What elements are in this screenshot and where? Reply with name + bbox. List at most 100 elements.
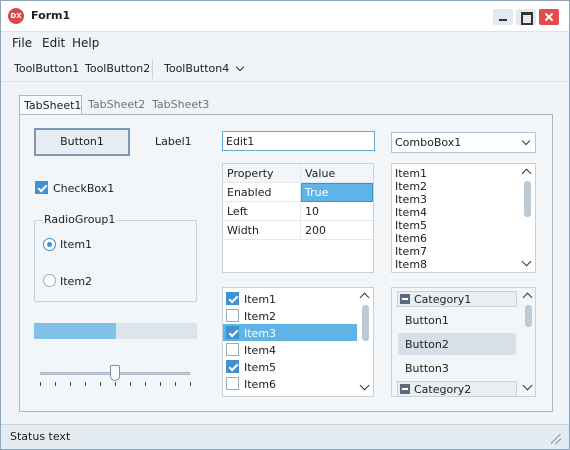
scrollbar-thumb[interactable] xyxy=(362,305,369,341)
maximize-button[interactable] xyxy=(516,9,536,25)
nav-item-button-2[interactable]: Button2 xyxy=(398,333,516,355)
category-header-1[interactable]: Category1 xyxy=(397,291,517,307)
checklist-item[interactable]: Item5 xyxy=(223,358,357,375)
trackbar-tick xyxy=(145,382,146,386)
grid-key: Width xyxy=(227,224,259,237)
scrollbar-thumb[interactable] xyxy=(524,181,531,217)
combobox[interactable]: ComboBox1 xyxy=(391,132,536,153)
tool-button-2[interactable]: ToolButton2 xyxy=(85,62,150,75)
scroll-down-icon[interactable] xyxy=(521,256,532,267)
chevron-down-icon xyxy=(521,136,531,146)
trackbar-tick xyxy=(40,382,41,386)
radio-item-2[interactable] xyxy=(43,274,56,287)
tab-sheet-3[interactable]: TabSheet3 xyxy=(149,95,212,115)
trackbar[interactable] xyxy=(34,363,197,391)
scroll-up-icon[interactable] xyxy=(521,168,532,179)
radio-item-1-label[interactable]: Item1 xyxy=(60,238,92,251)
grid-header-row: Property Value xyxy=(223,164,373,183)
grid-value[interactable]: 200 xyxy=(305,224,326,237)
window-title: Form1 xyxy=(31,9,71,22)
category-label: Category1 xyxy=(414,293,472,306)
list-item[interactable]: Item2 xyxy=(395,180,427,193)
listbox[interactable]: Item1 Item2 Item3 Item4 Item5 Item6 Item… xyxy=(391,163,536,273)
trackbar-tick xyxy=(115,382,116,386)
checklist-checkbox[interactable] xyxy=(226,360,239,373)
checklist-checkbox[interactable] xyxy=(226,292,239,305)
listbox-scrollbar[interactable] xyxy=(519,164,535,272)
nav-item-button-3[interactable]: Button3 xyxy=(398,357,516,379)
checkbox-1[interactable] xyxy=(35,181,48,194)
grid-key: Enabled xyxy=(227,186,272,199)
size-grip-icon[interactable] xyxy=(551,434,561,444)
edit-field[interactable]: Edit1 xyxy=(222,131,375,151)
value-grid[interactable]: Property Value Enabled True Left 10 Widt… xyxy=(222,163,374,273)
toolbar: ToolButton1 ToolButton2 ToolButton4 xyxy=(1,56,569,82)
scroll-up-icon[interactable] xyxy=(359,292,370,303)
category-header-2[interactable]: Category2 xyxy=(397,381,517,396)
list-item[interactable]: Item4 xyxy=(395,206,427,219)
progress-bar xyxy=(34,323,197,339)
checklist-checkbox[interactable] xyxy=(226,326,239,339)
trackbar-tick xyxy=(85,382,86,386)
tool-button-4[interactable]: ToolButton4 xyxy=(164,62,245,75)
list-item[interactable]: Item3 xyxy=(395,193,427,206)
scroll-down-icon[interactable] xyxy=(522,380,533,391)
title-bar[interactable]: DX Form1 xyxy=(1,1,569,32)
label-1: Label1 xyxy=(155,135,192,148)
list-item[interactable]: Item5 xyxy=(395,219,427,232)
tab-sheet-1[interactable]: TabSheet1 xyxy=(19,95,82,115)
checklist-label: Item4 xyxy=(244,344,277,357)
tool-button-4-label: ToolButton4 xyxy=(164,62,230,75)
category-label: Category2 xyxy=(414,383,472,396)
menu-edit[interactable]: Edit xyxy=(42,36,65,50)
checklist-item[interactable]: Item2 xyxy=(223,307,357,324)
checkbox-1-label[interactable]: CheckBox1 xyxy=(53,182,114,195)
grid-key: Left xyxy=(227,205,248,218)
grid-value[interactable]: 10 xyxy=(305,205,319,218)
checklist-item[interactable]: Item6 xyxy=(223,375,357,392)
grid-row[interactable]: Enabled True xyxy=(223,183,373,202)
radio-group xyxy=(34,220,197,302)
grid-column-divider xyxy=(300,164,301,240)
checklist-label: Item3 xyxy=(244,327,277,340)
minimize-button[interactable] xyxy=(493,9,513,25)
radio-item-1[interactable] xyxy=(43,238,56,251)
list-item[interactable]: Item6 xyxy=(395,232,427,245)
tool-button-1[interactable]: ToolButton1 xyxy=(14,62,79,75)
grid-row[interactable]: Width 200 xyxy=(223,221,373,240)
grid-header-value: Value xyxy=(305,167,336,180)
grid-row[interactable]: Left 10 xyxy=(223,202,373,221)
checklist-item-selected[interactable]: Item3 xyxy=(223,324,357,341)
collapse-icon[interactable] xyxy=(400,294,410,304)
button-1[interactable]: Button1 xyxy=(34,128,130,156)
nav-item-button-1[interactable]: Button1 xyxy=(398,309,516,331)
checklist-checkbox[interactable] xyxy=(226,377,239,390)
checklist-box[interactable]: Item1 Item2 Item3 Item4 Item5 Item6 xyxy=(222,287,374,397)
scroll-down-icon[interactable] xyxy=(359,380,370,391)
menu-file[interactable]: File xyxy=(12,36,32,50)
trackbar-thumb[interactable] xyxy=(110,365,120,381)
checklist-item[interactable]: Item4 xyxy=(223,341,357,358)
trackbar-tick xyxy=(190,382,191,386)
navbar-scrollbar[interactable] xyxy=(520,288,535,396)
collapse-icon[interactable] xyxy=(400,384,410,394)
list-item[interactable]: Item1 xyxy=(395,167,427,180)
checklist-item[interactable]: Item1 xyxy=(223,290,357,307)
toolbar-separator xyxy=(152,59,153,79)
radio-item-2-label[interactable]: Item2 xyxy=(60,275,92,288)
checklist-checkbox[interactable] xyxy=(226,343,239,356)
progress-fill xyxy=(34,323,116,339)
app-icon: DX xyxy=(8,8,24,24)
scroll-up-icon[interactable] xyxy=(522,292,533,303)
close-button[interactable] xyxy=(539,9,559,25)
list-item[interactable]: Item7 xyxy=(395,245,427,258)
scrollbar-thumb[interactable] xyxy=(525,305,532,327)
list-item[interactable]: Item8 xyxy=(395,258,427,271)
trackbar-tick xyxy=(130,382,131,386)
tab-sheet-2[interactable]: TabSheet2 xyxy=(85,95,148,115)
menu-help[interactable]: Help xyxy=(72,36,99,50)
grid-value[interactable]: True xyxy=(305,186,328,199)
checklist-checkbox[interactable] xyxy=(226,309,239,322)
checklist-scrollbar[interactable] xyxy=(357,288,373,396)
trackbar-tick xyxy=(160,382,161,386)
